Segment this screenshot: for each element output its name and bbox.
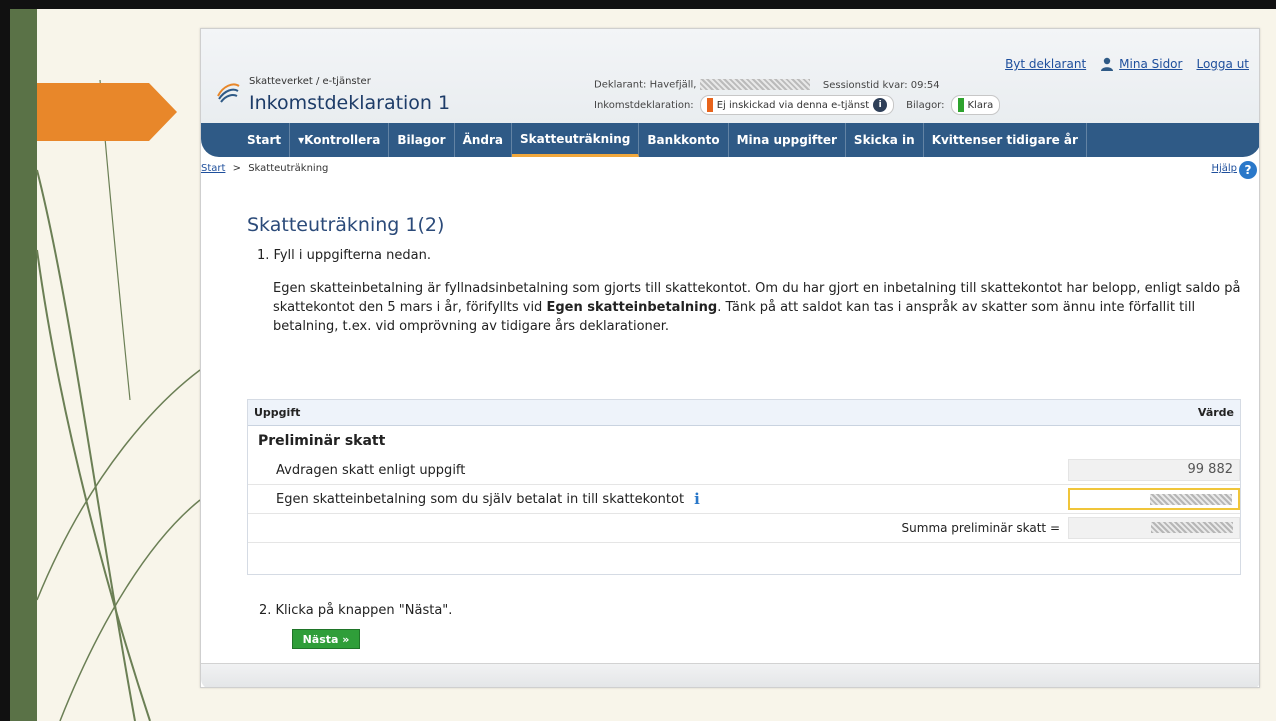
info-icon[interactable]: i	[694, 490, 700, 508]
table-row: Egen skatteinbetalning som du själv beta…	[248, 485, 1240, 514]
step-1-text: 1. Fyll i uppgifterna nedan.	[257, 248, 431, 263]
nav-bilagor[interactable]: Bilagor	[389, 123, 455, 157]
info-paragraph-bold: Egen skatteinbetalning	[546, 300, 718, 315]
org-name: Skatteverket / e-tjänster	[249, 76, 371, 87]
user-icon	[1101, 57, 1114, 71]
summa-value	[1068, 517, 1240, 539]
logga-ut-link[interactable]: Logga ut	[1196, 57, 1249, 71]
nav-start[interactable]: Start	[239, 123, 291, 157]
tax-table: Uppgift Värde Preliminär skatt Avdragen …	[247, 399, 1241, 575]
row-label: Egen skatteinbetalning som du själv beta…	[276, 491, 685, 507]
breadcrumb-current: Skatteuträkning	[248, 163, 329, 174]
breadcrumb: Start > Skatteuträkning Hjälp ?	[201, 161, 1259, 181]
session-time: Sessionstid kvar: 09:54	[822, 79, 940, 91]
status-flag-icon	[706, 98, 713, 112]
nav-mina-uppgifter[interactable]: Mina uppgifter	[729, 123, 846, 157]
nav-skicka-in[interactable]: Skicka in	[846, 123, 924, 157]
deklarant-label: Deklarant: Havefjäll,	[594, 79, 697, 91]
section-heading: Preliminär skatt	[258, 433, 386, 449]
nav-andra[interactable]: Ändra	[455, 123, 512, 157]
breadcrumb-separator: >	[232, 163, 242, 174]
nav-bankkonto[interactable]: Bankkonto	[639, 123, 729, 157]
table-body: Preliminär skatt Avdragen skatt enligt u…	[248, 426, 1240, 574]
redacted-value	[1151, 522, 1233, 533]
egen-skatteinbetalning-input[interactable]	[1068, 488, 1240, 510]
mina-sidor-link[interactable]: Mina Sidor	[1119, 57, 1182, 71]
row-label: Avdragen skatt enligt uppgift	[276, 462, 466, 478]
status-value: Ej inskickad via denna e-tjänst	[716, 99, 870, 111]
skatteverket-logo-icon	[217, 83, 240, 103]
col-varde: Värde	[1197, 406, 1234, 419]
status-line: Inkomstdeklaration: Ej inskickad via den…	[594, 95, 1001, 115]
page-title: Skatteuträkning 1(2)	[247, 214, 445, 236]
bilagor-value: Klara	[967, 99, 994, 111]
help-icon[interactable]: ?	[1239, 161, 1257, 179]
orange-arrow-tab	[37, 83, 177, 141]
table-row: Avdragen skatt enligt uppgift 99 882	[248, 456, 1240, 485]
byt-deklarant-link[interactable]: Byt deklarant	[1005, 57, 1086, 71]
main-content: Skatteuträkning 1(2) 1. Fyll i uppgifter…	[247, 214, 1257, 336]
breadcrumb-start-link[interactable]: Start	[201, 163, 225, 174]
header-bar: Skatteverket / e-tjänster Inkomstdeklara…	[201, 29, 1259, 123]
nav-kvittenser[interactable]: Kvittenser tidigare år	[924, 123, 1087, 157]
info-paragraph: Egen skatteinbetalning är fyllnadsinbeta…	[273, 279, 1259, 336]
summa-label: Summa preliminär skatt =	[901, 521, 1060, 535]
app-title: Inkomstdeklaration 1	[249, 92, 451, 114]
nav-skatteutrakning[interactable]: Skatteuträkning	[512, 123, 640, 157]
status-label: Inkomstdeklaration:	[594, 99, 694, 111]
bilagor-flag-icon	[957, 98, 964, 112]
status-badge: Ej inskickad via denna e-tjänst i	[699, 95, 895, 115]
avdragen-skatt-value: 99 882	[1068, 459, 1240, 481]
help-link[interactable]: Hjälp	[1211, 163, 1237, 174]
col-uppgift: Uppgift	[254, 406, 301, 419]
info-icon[interactable]: i	[873, 98, 888, 112]
nav-kontrollera[interactable]: ▾Kontrollera	[290, 123, 390, 157]
table-row: Summa preliminär skatt =	[248, 514, 1240, 543]
app-window: Skatteverket / e-tjänster Inkomstdeklara…	[200, 28, 1260, 688]
redacted-name	[699, 79, 810, 90]
main-nav: Start ▾Kontrollera Bilagor Ändra Skatteu…	[201, 123, 1259, 157]
next-button[interactable]: Nästa »	[292, 629, 360, 649]
footer-bar	[201, 663, 1259, 687]
top-links: Byt deklarant Mina Sidor Logga ut	[1005, 57, 1249, 71]
bilagor-label: Bilagor:	[906, 99, 945, 111]
redacted-value	[1150, 494, 1232, 505]
deklarant-info: Deklarant: Havefjäll, Sessionstid kvar: …	[594, 79, 940, 91]
bilagor-badge: Klara	[950, 95, 1001, 115]
table-header: Uppgift Värde	[248, 400, 1240, 426]
mina-sidor-group: Mina Sidor	[1100, 57, 1182, 71]
step-2-text: 2. Klicka på knappen "Nästa".	[259, 603, 453, 618]
